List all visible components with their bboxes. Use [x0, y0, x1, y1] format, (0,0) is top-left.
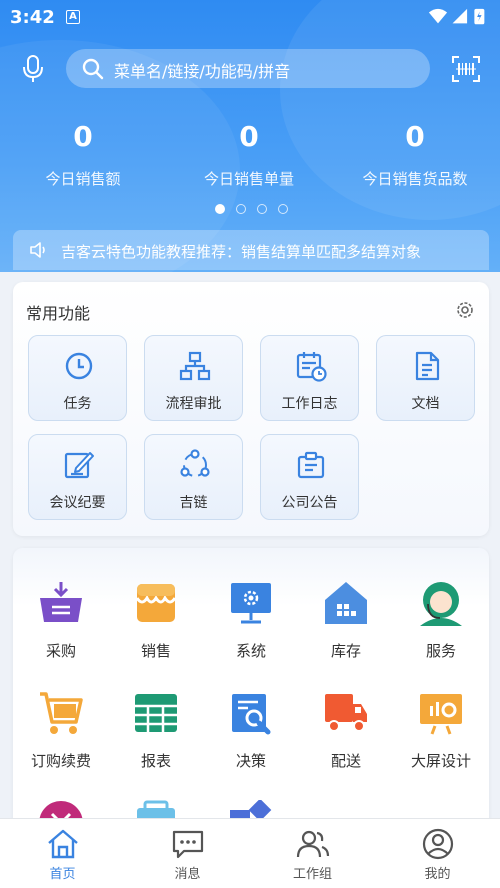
signal-icon [452, 8, 468, 24]
notification-badge: A [66, 10, 80, 24]
message-icon [172, 830, 204, 859]
carousel-dot[interactable] [236, 204, 246, 214]
stat-label: 今日销售货品数 [362, 170, 468, 188]
module-label: 库存 [330, 642, 361, 660]
modules-card: 采购 销售 系统 库存 服务 订购续费 报表 决策 配送 大屏设计 [13, 548, 489, 838]
flowchart-icon [179, 351, 211, 381]
barcode-scan-icon[interactable] [451, 55, 481, 83]
decision-search-icon [232, 694, 271, 735]
stat-value: 0 [405, 120, 425, 153]
search-placeholder: 菜单名/链接/功能码/拼音 [114, 62, 291, 81]
stat-value: 0 [239, 120, 259, 153]
announcement-icon [297, 451, 325, 479]
function-label: 文档 [411, 396, 440, 412]
gear-icon[interactable] [454, 299, 476, 321]
module-subscription[interactable]: 订购续费 [14, 690, 108, 790]
edit-note-icon [64, 452, 94, 479]
module-big-screen[interactable]: 大屏设计 [394, 690, 488, 790]
share-icon [180, 449, 210, 477]
stat-value: 0 [73, 120, 93, 153]
module-label: 配送 [330, 752, 361, 770]
carousel-dot[interactable] [215, 204, 225, 214]
function-label: 吉链 [179, 495, 208, 511]
microphone-icon[interactable] [20, 54, 46, 84]
module-label: 采购 [45, 642, 76, 660]
stat-sales-items[interactable]: 0 今日销售货品数 [332, 118, 498, 189]
status-bar: 3:42 A [0, 0, 500, 36]
sales-store-icon [135, 584, 177, 622]
stat-label: 今日销售单量 [203, 170, 294, 188]
purchase-icon [40, 582, 82, 622]
module-label: 销售 [140, 642, 171, 660]
bottom-tab-bar: 首页 消息 工作组 我的 [0, 818, 500, 888]
group-icon [296, 830, 330, 858]
stat-sales-amount[interactable]: 0 今日销售额 [0, 118, 166, 189]
module-report[interactable]: 报表 [109, 690, 203, 790]
carousel-indicator [215, 204, 295, 216]
function-label: 任务 [63, 396, 92, 412]
clock-icon [65, 352, 93, 380]
function-meeting-notes[interactable]: 会议纪要 [28, 434, 127, 520]
function-label: 公司公告 [281, 495, 338, 511]
search-icon [82, 58, 104, 80]
function-worklog[interactable]: 工作日志 [260, 335, 359, 421]
module-label: 报表 [140, 752, 171, 770]
speaker-icon [30, 242, 45, 258]
function-label: 流程审批 [165, 396, 222, 412]
function-announcement[interactable]: 公司公告 [260, 434, 359, 520]
status-icons [428, 8, 485, 25]
warehouse-icon [325, 582, 367, 624]
stat-sales-orders[interactable]: 0 今日销售单量 [166, 118, 332, 189]
profile-icon [422, 828, 454, 860]
report-table-icon [135, 694, 177, 732]
carousel-dot[interactable] [278, 204, 288, 214]
module-label: 大屏设计 [410, 752, 471, 770]
notice-bar[interactable]: 吉客云特色功能教程推荐：销售结算单匹配多结算对象 [13, 230, 489, 270]
module-sales[interactable]: 销售 [109, 580, 203, 680]
module-delivery[interactable]: 配送 [299, 690, 393, 790]
function-label: 工作日志 [281, 396, 338, 412]
tab-profile[interactable]: 我的 [375, 819, 500, 888]
module-service[interactable]: 服务 [394, 580, 488, 680]
wifi-icon [428, 8, 448, 24]
carousel-dot[interactable] [257, 204, 267, 214]
function-approval[interactable]: 流程审批 [144, 335, 243, 421]
module-label: 系统 [235, 642, 266, 660]
status-time: 3:42 [10, 7, 55, 28]
home-icon [48, 829, 78, 859]
function-label: 会议纪要 [49, 495, 106, 511]
stat-label: 今日销售额 [45, 170, 121, 188]
function-document[interactable]: 文档 [376, 335, 475, 421]
tab-workgroup[interactable]: 工作组 [250, 819, 375, 888]
module-system[interactable]: 系统 [204, 580, 298, 680]
notice-text: 吉客云特色功能教程推荐：销售结算单匹配多结算对象 [61, 243, 422, 261]
tab-label: 我的 [424, 867, 451, 882]
common-functions-card: 常用功能 任务 流程审批 工作日志 文档 会议纪要 吉链 公司公告 [13, 282, 489, 536]
document-icon [415, 351, 440, 381]
calendar-log-icon [296, 352, 327, 382]
tab-messages[interactable]: 消息 [125, 819, 250, 888]
module-label: 订购续费 [30, 752, 91, 770]
shopping-cart-icon [40, 692, 83, 734]
function-jilian[interactable]: 吉链 [144, 434, 243, 520]
search-input[interactable]: 菜单名/链接/功能码/拼音 [66, 49, 430, 88]
module-label: 服务 [425, 642, 456, 660]
module-inventory[interactable]: 库存 [299, 580, 393, 680]
section-title: 常用功能 [26, 304, 91, 323]
tab-label: 工作组 [292, 867, 332, 882]
big-screen-icon [420, 694, 462, 735]
customer-service-icon [420, 582, 462, 626]
system-monitor-icon [231, 583, 271, 624]
module-purchase[interactable]: 采购 [14, 580, 108, 680]
tab-label: 消息 [174, 867, 201, 882]
tab-home[interactable]: 首页 [0, 819, 125, 888]
delivery-truck-icon [325, 694, 367, 732]
header-banner: 3:42 A 菜单名/链接/功能码/拼音 0 今日销售额 0 今日销售单量 0 … [0, 0, 500, 272]
tab-label: 首页 [49, 867, 76, 882]
module-decision[interactable]: 决策 [204, 690, 298, 790]
module-label: 决策 [235, 752, 266, 770]
function-task[interactable]: 任务 [28, 335, 127, 421]
